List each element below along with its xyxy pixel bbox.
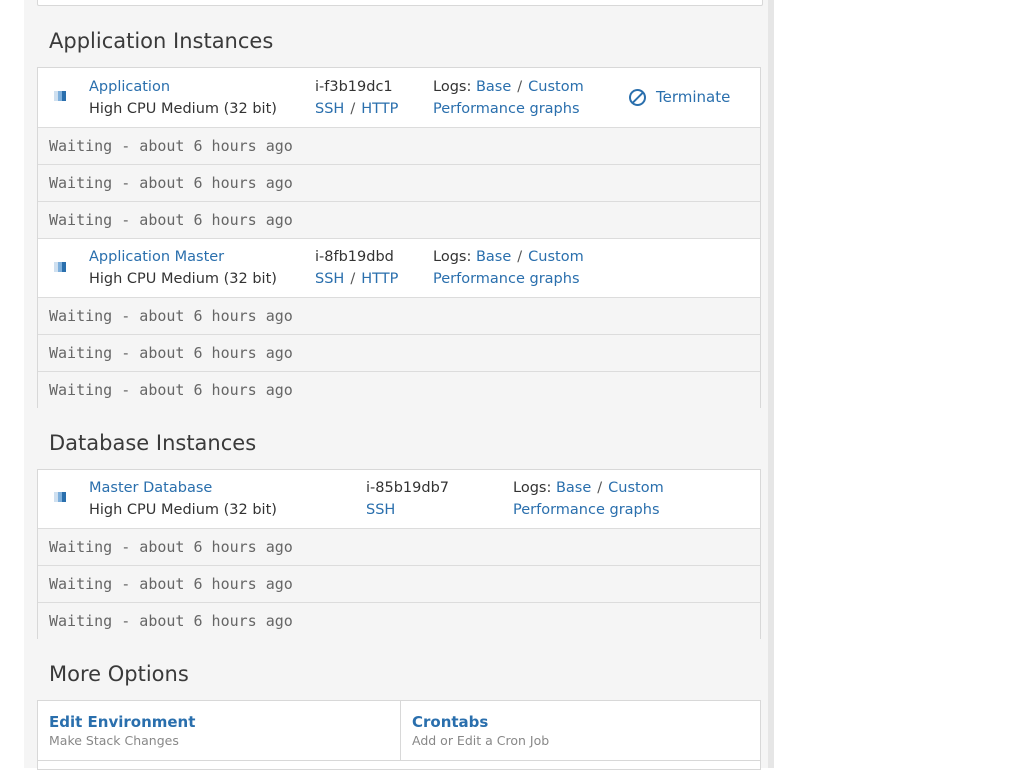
- more-options-grid: Edit Environment Make Stack Changes Cron…: [37, 700, 761, 770]
- logs-custom-link[interactable]: Custom: [528, 79, 584, 95]
- performance-graphs-link[interactable]: Performance graphs: [433, 98, 580, 120]
- instance-status-icon: [54, 91, 66, 101]
- status-row: Waiting - about 6 hours ago: [38, 528, 760, 565]
- instance-type: High CPU Medium (32 bit): [89, 502, 277, 518]
- previous-section-box: [37, 0, 763, 6]
- logs-base-link[interactable]: Base: [476, 249, 511, 265]
- status-row: Waiting - about 6 hours ago: [38, 602, 760, 639]
- performance-graphs-link[interactable]: Performance graphs: [433, 268, 580, 290]
- logs-label: Logs:: [433, 249, 472, 265]
- status-row: Waiting - about 6 hours ago: [38, 164, 760, 201]
- panel-right-edge: [768, 0, 774, 768]
- instance-type: High CPU Medium (32 bit): [89, 101, 277, 117]
- ssh-link[interactable]: SSH: [315, 271, 344, 287]
- more-options-heading: More Options: [49, 662, 189, 686]
- access-links: SSH / HTTP: [315, 101, 399, 117]
- logs-links: Logs: Base / Custom: [513, 480, 664, 496]
- status-row: Waiting - about 6 hours ago: [38, 371, 760, 408]
- instance-type: High CPU Medium (32 bit): [89, 271, 277, 287]
- instance-name-link[interactable]: Application Master: [89, 246, 224, 268]
- edit-environment-option[interactable]: Edit Environment Make Stack Changes: [38, 701, 400, 761]
- database-instances-box: Master Database High CPU Medium (32 bit)…: [37, 469, 761, 639]
- status-row: Waiting - about 6 hours ago: [38, 565, 760, 602]
- instance-name-link[interactable]: Application: [89, 76, 170, 98]
- logs-label: Logs:: [433, 79, 472, 95]
- crontabs-option[interactable]: Crontabs Add or Edit a Cron Job: [400, 701, 760, 761]
- edit-environment-link[interactable]: Edit Environment: [49, 713, 389, 731]
- logs-base-link[interactable]: Base: [476, 79, 511, 95]
- logs-links: Logs: Base / Custom: [433, 249, 584, 265]
- http-link[interactable]: HTTP: [361, 101, 398, 117]
- instance-row: Application Master High CPU Medium (32 b…: [38, 238, 760, 297]
- instance-row: Master Database High CPU Medium (32 bit)…: [38, 470, 760, 528]
- logs-links: Logs: Base / Custom: [433, 79, 584, 95]
- ssh-link[interactable]: SSH: [366, 499, 395, 521]
- instance-row: Application High CPU Medium (32 bit) i-f…: [38, 68, 760, 127]
- logs-custom-link[interactable]: Custom: [608, 480, 664, 496]
- status-row: Waiting - about 6 hours ago: [38, 297, 760, 334]
- instance-id: i-85b19db7: [366, 480, 449, 496]
- application-instances-heading: Application Instances: [49, 29, 274, 53]
- performance-graphs-link[interactable]: Performance graphs: [513, 499, 660, 521]
- instance-status-icon: [54, 262, 66, 272]
- terminate-button[interactable]: Terminate: [629, 88, 730, 106]
- status-row: Waiting - about 6 hours ago: [38, 334, 760, 371]
- ssh-link[interactable]: SSH: [315, 101, 344, 117]
- terminate-label: Terminate: [656, 88, 731, 106]
- logs-base-link[interactable]: Base: [556, 480, 591, 496]
- options-row-divider: [38, 760, 760, 761]
- instance-status-icon: [54, 492, 66, 502]
- instance-id: i-8fb19dbd: [315, 249, 394, 265]
- status-row: Waiting - about 6 hours ago: [38, 201, 760, 238]
- crontabs-link[interactable]: Crontabs: [412, 713, 749, 731]
- ban-icon: [629, 89, 646, 106]
- crontabs-description: Add or Edit a Cron Job: [412, 733, 550, 748]
- database-instances-heading: Database Instances: [49, 431, 257, 455]
- application-instances-box: Application High CPU Medium (32 bit) i-f…: [37, 67, 761, 408]
- access-links: SSH / HTTP: [315, 271, 399, 287]
- logs-label: Logs:: [513, 480, 552, 496]
- status-row: Waiting - about 6 hours ago: [38, 127, 760, 164]
- http-link[interactable]: HTTP: [361, 271, 398, 287]
- instance-name-link[interactable]: Master Database: [89, 477, 212, 499]
- edit-environment-description: Make Stack Changes: [49, 733, 179, 748]
- logs-custom-link[interactable]: Custom: [528, 249, 584, 265]
- instance-id: i-f3b19dc1: [315, 79, 393, 95]
